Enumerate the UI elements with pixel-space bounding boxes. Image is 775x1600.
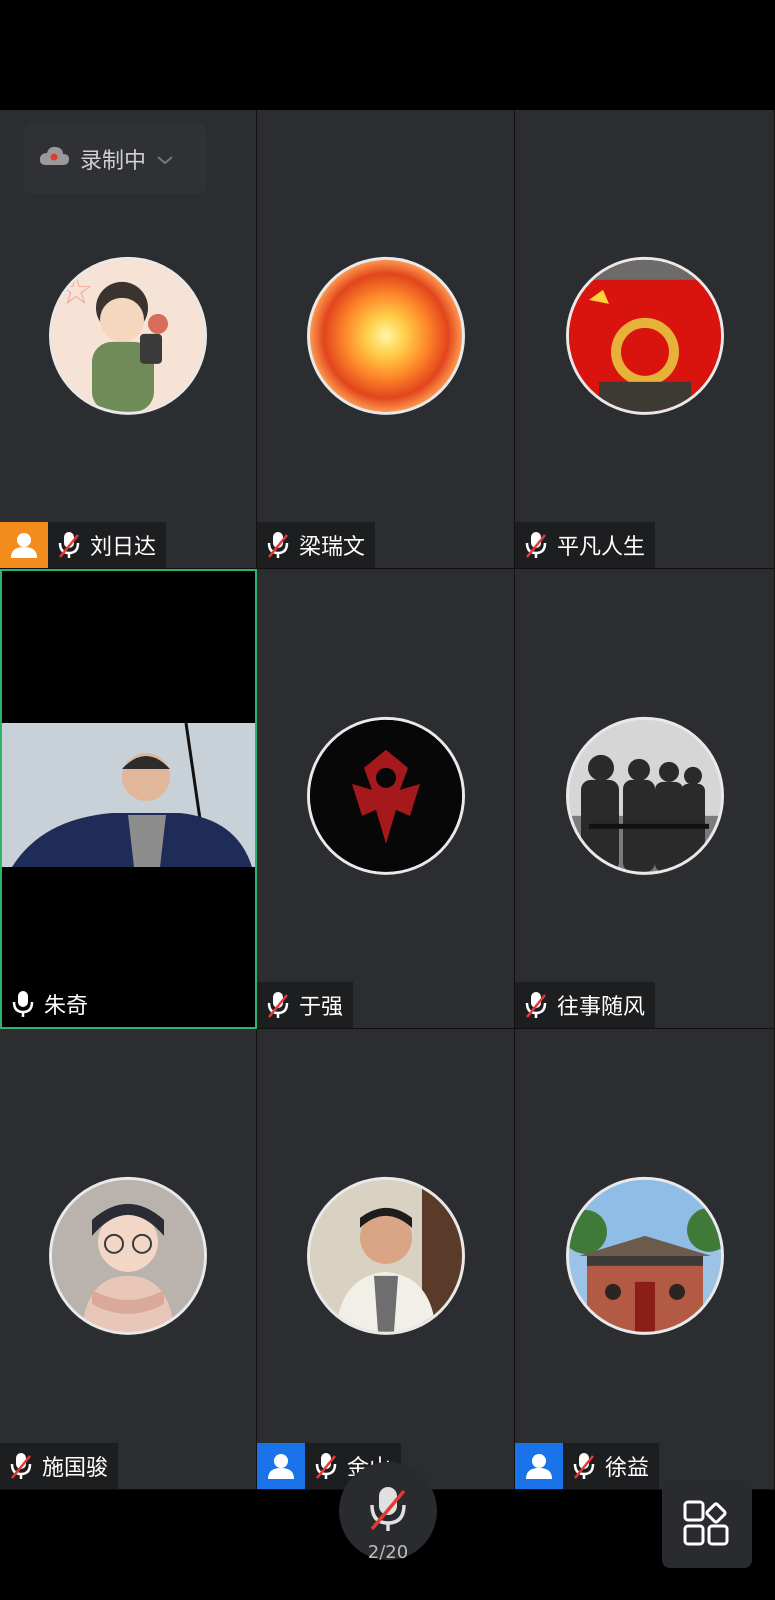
svg-text:☆: ☆ bbox=[58, 268, 94, 314]
video-feed bbox=[2, 722, 255, 867]
participant-count: 2/20 bbox=[367, 1542, 409, 1563]
participant-tile[interactable]: 平凡人生 bbox=[515, 110, 775, 569]
nameplate: 于强 bbox=[257, 982, 354, 1028]
mic-muted-icon bbox=[523, 990, 549, 1020]
mic-muted-icon bbox=[571, 1451, 597, 1481]
nameplate: 刘日达 bbox=[0, 522, 167, 568]
host-icon bbox=[257, 1443, 305, 1489]
nameplate: 徐益 bbox=[515, 1443, 660, 1489]
avatar: ☆ bbox=[49, 256, 207, 415]
participant-name: 往事随风 bbox=[557, 995, 646, 1020]
nameplate: 梁瑞文 bbox=[257, 522, 376, 568]
grid-layout-icon bbox=[681, 1496, 733, 1552]
mic-muted-icon bbox=[8, 1451, 34, 1481]
avatar bbox=[306, 716, 465, 875]
host-icon bbox=[0, 522, 48, 568]
participant-tile[interactable]: 施国骏 bbox=[0, 1029, 257, 1490]
mic-muted-icon bbox=[265, 530, 291, 560]
layout-toggle-button[interactable] bbox=[662, 1480, 752, 1568]
participant-tile[interactable]: 金山 bbox=[257, 1029, 515, 1490]
participant-name: 于强 bbox=[299, 995, 344, 1020]
recording-label: 录制中 bbox=[80, 149, 147, 174]
mic-muted-icon bbox=[523, 530, 549, 560]
mic-icon bbox=[10, 989, 36, 1019]
participant-name: 刘日达 bbox=[90, 535, 157, 560]
avatar bbox=[565, 1176, 724, 1335]
participant-tile[interactable]: 录制中 ☆ 刘日达 bbox=[0, 110, 257, 569]
participant-name: 施国骏 bbox=[42, 1456, 109, 1481]
mic-muted-icon bbox=[265, 990, 291, 1020]
participant-name: 梁瑞文 bbox=[299, 535, 366, 560]
participant-tile[interactable]: 于强 bbox=[257, 569, 515, 1029]
avatar bbox=[306, 256, 465, 415]
avatar bbox=[49, 1176, 207, 1335]
cloud-icon bbox=[38, 145, 70, 173]
mic-muted-icon bbox=[56, 530, 82, 560]
mic-muted-icon bbox=[313, 1451, 339, 1481]
participant-tile-active[interactable]: 朱奇 bbox=[0, 569, 257, 1029]
participant-tile[interactable]: 梁瑞文 bbox=[257, 110, 515, 569]
participant-name: 平凡人生 bbox=[557, 535, 646, 560]
participant-tile[interactable]: 徐益 bbox=[515, 1029, 775, 1490]
nameplate: 往事随风 bbox=[515, 982, 656, 1028]
recording-indicator[interactable]: 录制中 bbox=[24, 124, 207, 194]
avatar bbox=[306, 1176, 465, 1335]
nameplate: 朱奇 bbox=[2, 981, 98, 1027]
avatar bbox=[565, 256, 724, 415]
participant-name: 朱奇 bbox=[44, 994, 89, 1019]
chevron-down-icon bbox=[156, 147, 174, 172]
participant-tile[interactable]: 往事随风 bbox=[515, 569, 775, 1029]
mic-muted-icon bbox=[366, 1483, 410, 1539]
nameplate: 平凡人生 bbox=[515, 522, 656, 568]
avatar bbox=[565, 716, 724, 875]
participant-grid: 录制中 ☆ 刘日达 梁瑞文 平凡人生 朱奇 于强 往事随风 施国骏 徐益 bbox=[0, 110, 775, 1490]
participant-name: 徐益 bbox=[605, 1456, 650, 1481]
nameplate: 施国骏 bbox=[0, 1443, 119, 1489]
host-icon bbox=[515, 1443, 563, 1489]
